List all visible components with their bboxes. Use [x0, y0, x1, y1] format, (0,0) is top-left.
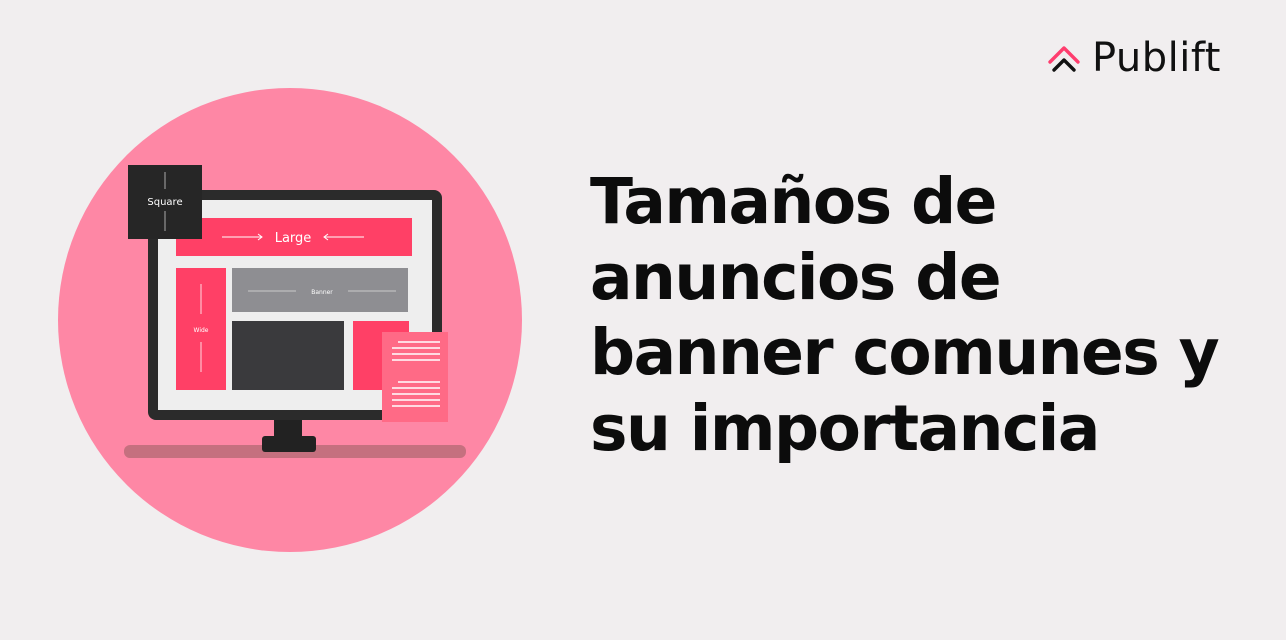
logo-text: Publift	[1092, 35, 1221, 81]
square-ad-label: Square	[147, 197, 182, 208]
form-card	[382, 332, 448, 422]
content-block	[232, 321, 344, 390]
headline-line-4: su importancia	[590, 391, 1100, 465]
page-headline: Tamaños de anuncios de banner comunes y …	[590, 164, 1250, 466]
headline-line-3: banner comunes y	[590, 316, 1220, 390]
headline-line-2: anuncios de	[590, 240, 1002, 314]
double-chevron-up-icon	[1048, 46, 1080, 72]
headline-line-1: Tamaños de	[590, 165, 997, 238]
banner-ad-label: Banner	[311, 289, 333, 296]
monitor-stand-base	[262, 436, 316, 452]
monitor-ad-sizes-illustration: Large Banner Wide Square	[58, 88, 522, 552]
wide-ad-label: Wide	[194, 327, 209, 334]
publift-logo: Publift	[1044, 32, 1264, 84]
large-ad-label: Large	[275, 231, 312, 246]
